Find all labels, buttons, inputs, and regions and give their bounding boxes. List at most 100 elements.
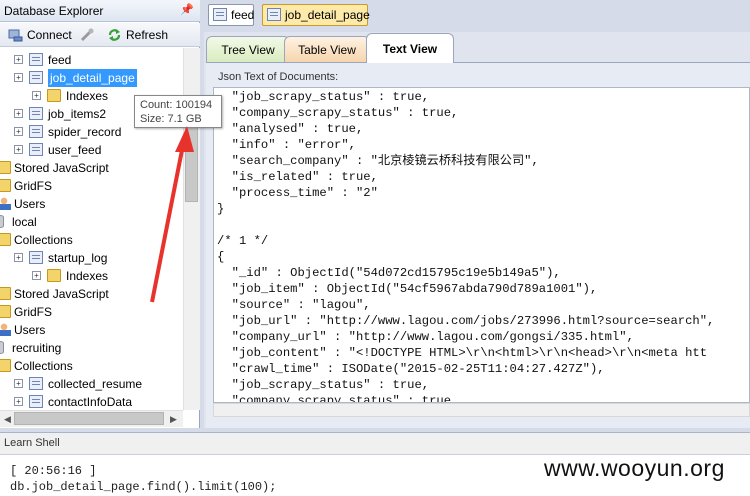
json-line: "job_content" : "<!DOCTYPE HTML>\r\n<htm… [217,346,708,360]
doc-tab-feed[interactable]: feed [208,4,254,26]
expand-icon[interactable]: + [14,379,23,388]
tree-node[interactable]: Users [0,321,183,339]
disconnect-button[interactable] [78,26,98,44]
tree-node[interactable]: Users [0,195,183,213]
tree-node[interactable]: recruiting [0,339,183,357]
json-line: "job_item" : ObjectId("54cf5967abda790d7… [217,282,598,296]
expand-icon[interactable]: + [14,253,23,262]
collection-icon [267,8,281,21]
expand-icon[interactable]: + [14,55,23,64]
doc-tab-label: job_detail_page [285,8,370,22]
json-line: "crawl_time" : ISODate("2015-02-25T11:04… [217,362,605,376]
folder-icon [0,179,11,192]
tree-node[interactable]: Stored JavaScript [0,285,183,303]
scroll-left-icon[interactable]: ◀ [4,414,11,425]
pin-icon[interactable]: 📌 [180,3,194,16]
tree-node[interactable]: + Indexes [0,267,183,285]
tree-node-label: GridFS [14,179,53,193]
json-line: "analysed" : true, [217,122,364,136]
expand-icon[interactable]: + [32,91,41,100]
expand-icon[interactable]: + [14,127,23,136]
tree-node[interactable]: Collections [0,231,183,249]
folder-icon [47,269,61,282]
tree-node[interactable]: GridFS [0,303,183,321]
refresh-button[interactable]: Refresh [104,26,174,44]
shell-title: Learn Shell [0,432,750,454]
expand-icon[interactable]: + [32,271,41,280]
tab-tree-view[interactable]: Tree View [206,36,290,62]
tree-node[interactable]: + startup_log [0,249,183,267]
folder-icon [0,287,11,300]
connect-label: Connect [27,28,72,42]
tree-node-label: Collections [14,359,73,373]
disconnect-icon [80,28,94,42]
tab-text-view[interactable]: Text View [366,33,454,63]
tooltip-count: Count: 100194 [140,99,213,111]
tree-node[interactable]: + job_detail_page [0,69,183,87]
collection-icon [29,377,43,390]
user-icon [0,197,11,210]
tree-node[interactable]: + contactInfoData [0,393,183,410]
tree-node-label: Stored JavaScript [14,161,109,175]
tree-node-label: Collections [14,233,73,247]
tree-node-label: user_feed [48,143,102,157]
doc-tab-label: feed [231,8,255,22]
tree-vertical-scroll-thumb[interactable] [185,120,198,202]
shell-command-line: db.job_detail_page.find().limit(100); [10,480,277,494]
expand-icon[interactable]: + [14,109,23,118]
tree-node[interactable]: Stored JavaScript [0,159,183,177]
json-line: "process_time" : "2" [217,186,378,200]
tree-node-label: local [12,215,37,229]
tree-node-label: Users [14,197,46,211]
connect-icon [8,29,23,42]
expand-icon[interactable]: + [14,73,23,82]
tree-node-label: job_items2 [48,107,107,121]
folder-icon [47,89,61,102]
tree-node[interactable]: GridFS [0,177,183,195]
tree-node[interactable]: Collections [0,357,183,375]
collection-stats-tooltip: Count: 100194 Size: 7.1 GB [134,95,222,128]
tree-node-label: Stored JavaScript [14,287,109,301]
json-line: { [217,250,225,264]
shell-time-line: [ 20:56:16 ] [10,464,97,478]
tree-node-label: contactInfoData [48,395,133,409]
tree-node-label: job_detail_page [48,69,137,87]
json-line: /* 1 */ [217,234,269,248]
collection-icon [29,395,43,408]
expand-icon[interactable]: + [14,145,23,154]
doc-tab-job-detail-page[interactable]: job_detail_page [262,4,370,26]
database-icon [0,341,4,354]
json-text-label: Json Text of Documents: [218,71,339,83]
tab-table-view[interactable]: Table View [284,36,370,62]
tree-node-label: feed [48,53,72,67]
json-line: "company_scrapy_status" : true, [217,106,459,120]
collection-icon [29,251,43,264]
json-line: "job_url" : "http://www.lagou.com/jobs/2… [217,314,715,328]
tree-horizontal-scroll-thumb[interactable] [14,412,164,425]
tree-node[interactable]: + collected_resume [0,375,183,393]
database-icon [0,215,4,228]
watermark: www.wooyun.org [544,455,725,481]
collection-icon [29,107,43,120]
tooltip-size: Size: 7.1 GB [140,113,202,125]
document-tabs: feed job_detail_page [202,0,750,32]
tree-node-label: collected_resume [48,377,143,391]
connect-button[interactable]: Connect [5,26,75,44]
json-line: "search_company" : "北京棱镜云桥科技有限公司", [217,154,539,168]
expand-icon[interactable]: + [14,397,23,406]
json-line: "job_scrapy_status" : true, [217,378,430,392]
tree-node[interactable]: + user_feed [0,141,183,159]
json-line: "info" : "error", [217,138,356,152]
collection-icon [29,125,43,138]
json-horizontal-scrollbar[interactable] [213,403,750,417]
collection-icon [29,53,43,66]
scroll-right-icon[interactable]: ▶ [170,414,177,425]
user-icon [0,323,11,336]
refresh-icon [108,29,121,41]
tree-node[interactable]: local [0,213,183,231]
tree-node-label: spider_record [48,125,122,139]
tree-node-label: Indexes [66,269,109,283]
explorer-title-text: Database Explorer [4,4,104,18]
tree-node[interactable]: + feed [0,51,183,69]
json-text-box[interactable]: "job_scrapy_status" : true, "company_scr… [213,87,750,403]
